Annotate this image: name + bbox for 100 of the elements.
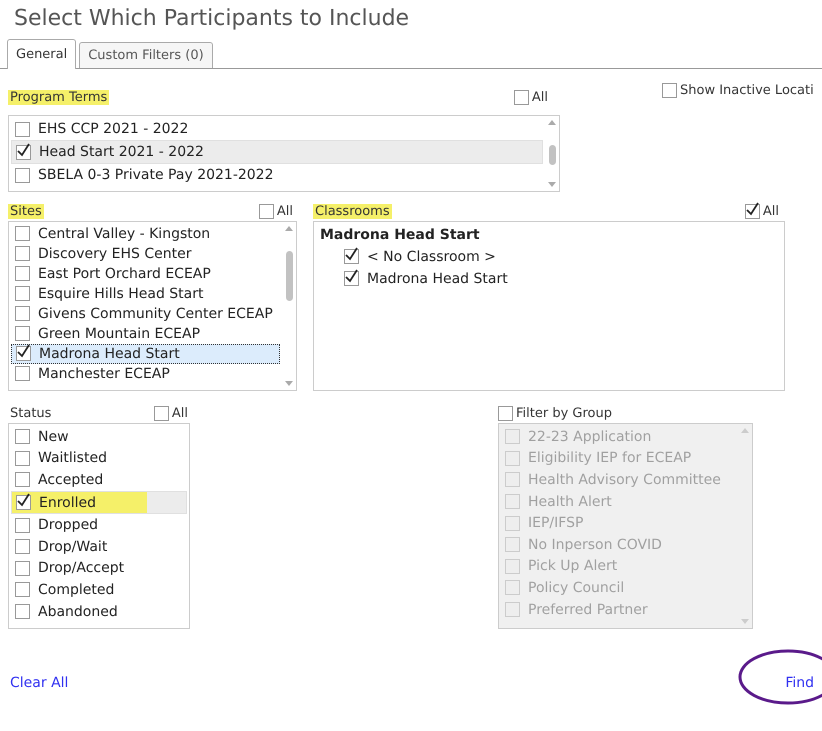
list-item[interactable]: Dropped [11,514,187,536]
section-label: Classrooms [313,204,392,220]
item-label: Drop/Wait [38,538,108,555]
item-label: < No Classroom > [367,248,496,265]
checkbox[interactable] [15,366,30,382]
checkbox[interactable] [15,582,30,598]
list-item[interactable]: Discovery EHS Center [11,244,280,264]
item-label: Completed [38,582,114,598]
item-label: Manchester ECEAP [38,366,170,382]
checkmark-icon [345,269,358,284]
tab[interactable]: General [7,39,76,69]
checkbox[interactable] [15,122,30,136]
scroll-thumb[interactable] [548,145,556,165]
item-label: Central Valley - Kingston [38,226,210,242]
checkbox[interactable] [15,286,30,302]
checkmark-icon [17,493,30,508]
item-label: Policy Council [528,580,624,596]
item-label: Discovery EHS Center [38,246,192,262]
list-item[interactable]: Central Valley - Kingston [11,224,280,244]
list-item[interactable]: Completed [11,579,187,601]
list-item[interactable]: Drop/Accept [11,558,187,580]
clear-all-link[interactable]: Clear All [10,675,68,691]
list-item[interactable]: Esquire Hills Head Start [11,284,280,304]
all-label: All [762,204,779,220]
group-label: Madrona Head Start [320,226,480,243]
item-label: Preferred Partner [528,602,648,618]
checkbox[interactable] [258,204,274,220]
checkbox[interactable] [15,518,30,533]
list-item[interactable]: Abandoned [11,600,187,622]
checkbox[interactable] [15,604,30,620]
checkbox-label: Filter by Group [516,406,612,421]
checkmark-icon [17,142,30,156]
section-label: Sites [8,204,44,220]
checkbox[interactable] [16,495,31,510]
tab[interactable]: Custom Filters (0) [79,42,213,68]
list-item[interactable]: Accepted [11,469,187,491]
checkbox[interactable] [16,346,31,362]
list-item[interactable]: Head Start 2021 - 2022 [11,140,543,164]
scroll-down-icon[interactable] [285,381,293,386]
item-label: Health Alert [528,494,612,510]
checkbox[interactable] [154,406,169,421]
checkbox[interactable] [744,204,760,220]
tree-item[interactable]: < No Classroom > [316,246,782,268]
checkbox[interactable] [15,226,30,242]
checkbox[interactable] [16,144,31,160]
checkbox[interactable] [15,168,30,182]
checkmark-icon [746,202,759,216]
item-label: Head Start 2021 - 2022 [39,144,204,160]
item-label: New [38,428,69,445]
checkbox[interactable] [15,539,30,554]
item-label: Dropped [38,517,98,534]
list-item[interactable]: Givens Community Center ECEAP [11,304,280,324]
item-label: Esquire Hills Head Start [38,286,204,302]
checkbox[interactable] [15,429,30,444]
item-label: Madrona Head Start [39,346,180,362]
list-item[interactable]: Drop/Wait [11,536,187,558]
checkmark-icon [345,247,358,262]
item-label: Madrona Head Start [367,270,508,287]
list-item[interactable]: Enrolled [11,490,187,514]
all-label: All [276,204,293,220]
checkbox[interactable] [15,560,30,576]
item-label: East Port Orchard ECEAP [38,266,211,282]
list-item[interactable]: Waitlisted [11,448,187,470]
checkbox[interactable] [15,472,30,488]
checkmark-icon [17,344,30,358]
item-label: Givens Community Center ECEAP [38,306,273,322]
list-item[interactable]: SBELA 0-3 Private Pay 2021-2022 [11,164,543,186]
checkbox[interactable] [344,271,359,286]
list-item[interactable]: Manchester ECEAP [11,364,280,384]
item-label: SBELA 0-3 Private Pay 2021-2022 [38,167,274,183]
scroll-up-icon[interactable] [548,120,556,125]
list-item[interactable]: EHS CCP 2021 - 2022 [11,118,543,140]
section-label: Program Terms [8,90,110,105]
checkbox[interactable] [15,246,30,262]
item-label: Pick Up Alert [528,558,618,574]
checkbox[interactable] [344,249,359,264]
item-label: No Inperson COVID [528,536,662,553]
list-item[interactable]: New [11,426,187,448]
checkbox[interactable] [15,266,30,282]
checkbox-label: Show Inactive Locati [680,83,814,98]
item-label: Waitlisted [38,450,107,466]
scroll-up-icon[interactable] [285,226,293,231]
find-link[interactable]: Find [785,675,814,691]
item-label: IEP/IFSP [528,515,584,532]
list-item[interactable]: Madrona Head Start [11,344,280,364]
checkbox[interactable] [15,306,30,322]
all-label: All [172,406,188,421]
list-item[interactable]: Green Mountain ECEAP [11,324,280,344]
list-item[interactable]: East Port Orchard ECEAP [11,264,280,284]
scroll-down-icon[interactable] [548,182,556,187]
scroll-thumb[interactable] [286,250,292,301]
checkbox[interactable] [662,83,677,98]
item-label: Accepted [38,472,104,488]
checkbox[interactable] [514,90,529,105]
checkbox[interactable] [15,326,30,342]
item-label: Green Mountain ECEAP [38,326,200,342]
item-label: Abandoned [38,604,118,620]
tree-item[interactable]: Madrona Head Start [316,268,782,290]
checkbox[interactable] [15,450,30,466]
all-label: All [532,90,548,105]
